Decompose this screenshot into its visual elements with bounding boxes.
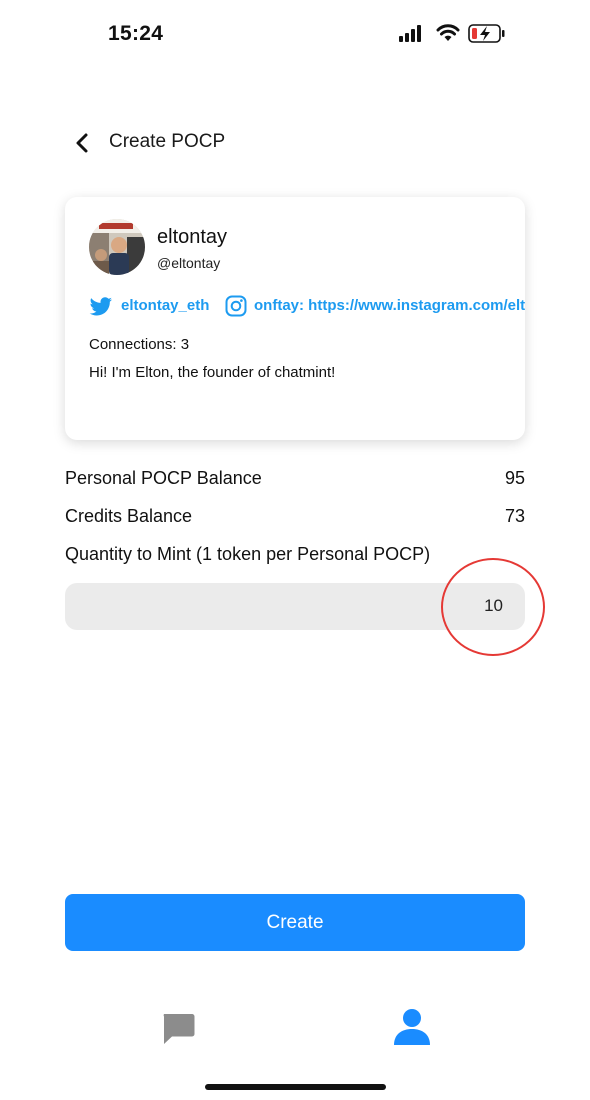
- instagram-icon: [225, 295, 247, 317]
- mint-quantity-label: Quantity to Mint (1 token per Personal P…: [65, 544, 431, 564]
- profile-handle: @eltontay: [157, 255, 221, 271]
- person-icon: [394, 1009, 430, 1045]
- credits-balance-value: 73: [504, 506, 525, 526]
- page-title: Create POCP: [109, 131, 226, 152]
- chevron-left-icon: [76, 133, 88, 153]
- avatar: [89, 219, 145, 275]
- wifi-icon: [436, 24, 460, 41]
- tab-profile[interactable]: [393, 1008, 431, 1051]
- instagram-link[interactable]: onftay: https://www.instagram.com/elton: [254, 297, 525, 314]
- back-button[interactable]: [70, 130, 96, 156]
- status-bar: 15:24: [0, 0, 590, 70]
- twitter-handle-link[interactable]: eltontay_eth: [121, 297, 209, 314]
- status-time: 15:24: [108, 22, 164, 45]
- profile-card: eltontay @eltontay eltontay_eth onftay: …: [65, 197, 525, 440]
- battery-charging-icon: [468, 24, 505, 43]
- personal-balance-row: Personal POCP Balance 95: [65, 468, 525, 489]
- home-indicator: [205, 1084, 386, 1090]
- credits-balance-label: Credits Balance: [65, 506, 193, 526]
- tab-chats[interactable]: [160, 1012, 196, 1051]
- nav-header: Create POCP: [0, 120, 590, 164]
- chat-bubble-icon: [163, 1014, 195, 1044]
- personal-balance-value: 95: [504, 468, 525, 488]
- signal-icon: [399, 25, 421, 42]
- profile-name: eltontay: [157, 226, 228, 248]
- personal-balance-label: Personal POCP Balance: [65, 468, 262, 488]
- profile-bio: Hi! I'm Elton, the founder of chatmint!: [89, 364, 336, 381]
- connections-count: Connections: 3: [89, 336, 190, 353]
- credits-balance-row: Credits Balance 73: [65, 506, 525, 527]
- create-button[interactable]: Create: [65, 894, 525, 951]
- social-links: eltontay_eth onftay: https://www.instagr…: [89, 295, 525, 319]
- tab-bar: [0, 1000, 590, 1060]
- twitter-icon: [89, 297, 113, 316]
- highlight-circle-annotation: [441, 558, 545, 656]
